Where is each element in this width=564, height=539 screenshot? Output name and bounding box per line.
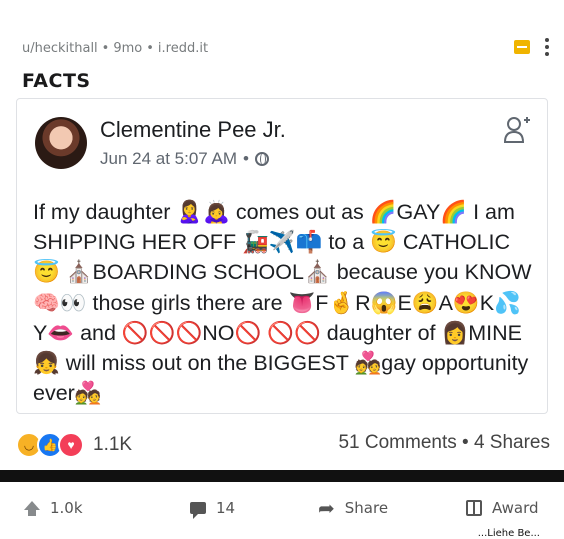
- reaction-count: 1.1K: [93, 434, 133, 455]
- award-label: Award: [492, 499, 539, 517]
- share-label: Share: [344, 499, 389, 517]
- globe-icon: [255, 152, 269, 166]
- comments-button[interactable]: 14: [190, 494, 235, 522]
- post-image[interactable]: Clementine Pee Jr. Jun 24 at 5:07 AM • I…: [16, 98, 548, 414]
- post-domain-link[interactable]: i.redd.it: [158, 41, 208, 56]
- upvote-arrow-icon: [24, 500, 40, 516]
- separator: •: [243, 149, 249, 168]
- post-age: 9mo: [113, 40, 143, 56]
- post-date-row: Jun 24 at 5:07 AM •: [100, 149, 269, 169]
- share-button[interactable]: ➦ Share: [318, 494, 388, 522]
- comment-count: 14: [216, 499, 236, 517]
- comments-shares-count[interactable]: 51 Comments • 4 Shares: [338, 432, 550, 454]
- share-arrow-icon: ➦: [318, 496, 335, 520]
- divider: [0, 470, 564, 482]
- add-friend-icon: [503, 117, 530, 143]
- post-meta-actions: [514, 38, 550, 56]
- upvote-button[interactable]: 1.0k: [24, 494, 83, 522]
- gift-icon: [466, 500, 482, 516]
- more-options-icon[interactable]: [544, 38, 550, 56]
- reaction-stats-row: ◡ 👍 ♥ 1.1K 51 Comments • 4 Shares: [16, 432, 550, 458]
- post-title: FACTS: [22, 70, 91, 92]
- upvote-count: 1.0k: [50, 499, 83, 517]
- post-actions-bar: 1.0k 14 ➦ Share Award: [0, 494, 564, 522]
- comment-icon: [190, 502, 206, 519]
- avatar: [35, 117, 87, 169]
- award-button[interactable]: Award: [466, 494, 539, 522]
- save-icon[interactable]: [514, 40, 530, 54]
- username-link[interactable]: u/heckithall: [22, 41, 98, 56]
- post-meta-row: u/heckithall • 9mo • i.redd.it: [22, 38, 550, 58]
- post-body-text: If my daughter 🙎‍♀️🙇‍♀️ comes out as 🌈GA…: [33, 200, 532, 406]
- author-name: Clementine Pee Jr.: [100, 117, 286, 142]
- reaction-summary[interactable]: ◡ 👍 ♥ 1.1K: [16, 432, 132, 458]
- post-date: Jun 24 at 5:07 AM: [100, 149, 238, 168]
- separator: •: [146, 40, 154, 56]
- love-reaction-icon: ♥: [58, 432, 84, 458]
- separator: •: [101, 40, 110, 56]
